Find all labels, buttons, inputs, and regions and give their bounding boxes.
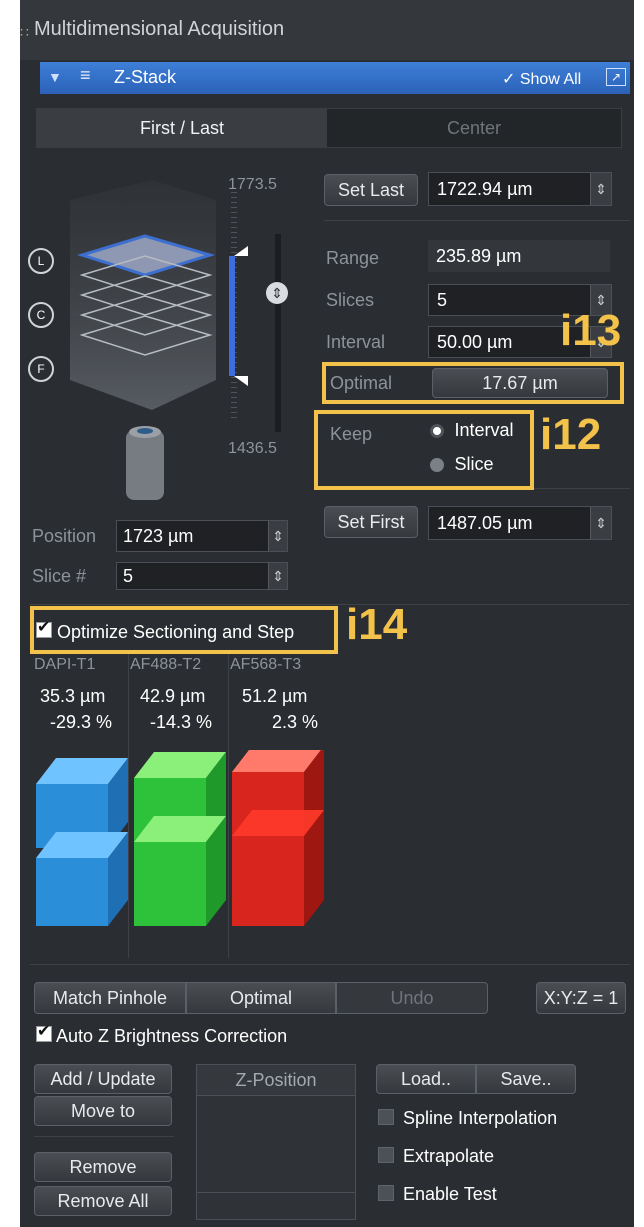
first-position-value: 1487.05 µm <box>437 513 533 533</box>
channel-name: DAPI-T1 <box>34 656 96 673</box>
add-update-button[interactable]: Add / Update <box>34 1064 172 1094</box>
tab-center[interactable]: Center <box>327 109 621 147</box>
slice-number-label: Slice # <box>32 566 87 586</box>
divider <box>324 220 630 221</box>
remove-button[interactable]: Remove <box>34 1152 172 1182</box>
last-position-field[interactable]: 1722.94 µm ⇕ <box>428 172 612 206</box>
remove-all-button[interactable]: Remove All <box>34 1186 172 1216</box>
checkbox-checked-icon: ✔ <box>36 1023 52 1042</box>
position-value: 1723 µm <box>123 526 194 546</box>
set-first-button[interactable]: Set First <box>324 506 418 538</box>
channel-thickness: 42.9 µm <box>140 686 206 706</box>
marker-l-button[interactable]: L <box>28 248 54 274</box>
slice-spinner[interactable]: ⇕ <box>268 563 287 589</box>
annotation-label-i12: i12 <box>540 410 602 459</box>
enable-test-label: Enable Test <box>403 1184 497 1204</box>
position-spinner[interactable]: ⇕ <box>268 521 287 551</box>
load-button[interactable]: Load.. <box>376 1064 476 1094</box>
auto-z-checkbox[interactable]: ✔ Auto Z Brightness Correction <box>36 1023 288 1047</box>
undock-icon[interactable]: ↗ <box>606 68 626 86</box>
move-to-button[interactable]: Move to <box>34 1096 172 1126</box>
extrapolate-label: Extrapolate <box>403 1146 495 1166</box>
tab-first-last[interactable]: First / Last <box>37 109 327 147</box>
channel-cubes <box>36 750 324 926</box>
interval-label: Interval <box>326 332 386 352</box>
position-field[interactable]: 1723 µm ⇕ <box>116 520 288 552</box>
channel-name: AF568-T3 <box>230 656 302 673</box>
enable-test-checkbox[interactable]: Enable Test <box>378 1184 497 1205</box>
slices-label: Slices <box>326 290 375 310</box>
z-stack-panel: { "header":{"title":"Multidimensional Ac… <box>20 0 634 1227</box>
stack-illustration: 1773.5 1436.5 ⇕ L C F <box>20 160 320 520</box>
stack-graphic <box>70 180 281 500</box>
channel-name: AF488-T2 <box>130 656 202 673</box>
show-all-label: Show All <box>519 71 582 88</box>
slice-number-field[interactable]: 5 ⇕ <box>116 562 288 590</box>
range-value-box: 235.89 µm <box>428 240 610 272</box>
checkbox-unchecked-icon <box>378 1109 394 1125</box>
channel-percent: -14.3 % <box>150 712 213 732</box>
extrapolate-checkbox[interactable]: Extrapolate <box>378 1146 494 1167</box>
checkbox-unchecked-icon <box>378 1185 394 1201</box>
header-title: Multidimensional Acquisition <box>34 18 285 40</box>
slice-number-value: 5 <box>123 566 134 586</box>
channel-percent: -29.3 % <box>50 712 113 732</box>
channel-area: DAPI-T1 35.3 µm -29.3 % AF488-T2 42.9 µm… <box>30 650 330 960</box>
z-position-list[interactable]: Z-Position <box>196 1064 356 1220</box>
undo-button[interactable]: Undo <box>336 982 488 1014</box>
optimal-button[interactable]: Optimal <box>186 982 336 1014</box>
section-bar[interactable]: ▼ ≡ Z-Stack ✓ Show All ↗ <box>40 62 630 94</box>
spline-label: Spline Interpolation <box>403 1108 558 1128</box>
match-pinhole-button[interactable]: Match Pinhole <box>34 982 186 1014</box>
annotation-box-keep <box>314 410 534 490</box>
last-position-value: 1722.94 µm <box>437 179 533 199</box>
auto-z-label: Auto Z Brightness Correction <box>56 1026 288 1046</box>
collapse-triangle-icon[interactable]: ▼ <box>48 69 62 85</box>
position-label: Position <box>32 526 97 546</box>
check-icon: ✓ <box>502 71 516 88</box>
annotation-box-optimize <box>30 606 338 654</box>
spline-checkbox[interactable]: Spline Interpolation <box>378 1108 557 1129</box>
save-button[interactable]: Save.. <box>476 1064 576 1094</box>
annotation-label-i13: i13 <box>560 306 622 355</box>
last-spinner[interactable]: ⇕ <box>590 173 611 205</box>
checkbox-unchecked-icon <box>378 1147 394 1163</box>
marker-f-button[interactable]: F <box>28 356 54 382</box>
xyz-ratio-button[interactable]: X:Y:Z = 1 <box>536 982 626 1014</box>
show-all-toggle[interactable]: ✓ Show All <box>502 69 581 89</box>
first-spinner[interactable]: ⇕ <box>590 507 611 539</box>
slices-value: 5 <box>437 290 448 310</box>
z-position-header: Z-Position <box>197 1065 355 1096</box>
interval-value: 50.00 µm <box>437 332 513 352</box>
marker-c-button[interactable]: C <box>28 302 54 328</box>
set-last-button[interactable]: Set Last <box>324 174 418 206</box>
window-header: ∷ Multidimensional Acquisition <box>20 0 634 60</box>
range-value: 235.89 µm <box>436 246 522 266</box>
annotation-box-optimal <box>322 362 624 404</box>
range-label: Range <box>326 248 380 268</box>
section-title: Z-Stack <box>114 67 177 87</box>
mode-tabs: First / Last Center <box>36 108 622 148</box>
z-slider-handle[interactable]: ⇕ <box>266 282 288 304</box>
stack-top-value: 1773.5 <box>228 176 277 193</box>
grip-icon: ∷ <box>20 24 29 40</box>
channel-thickness: 35.3 µm <box>40 686 106 706</box>
channel-percent: 2.3 % <box>272 712 319 732</box>
first-position-field[interactable]: 1487.05 µm ⇕ <box>428 506 612 540</box>
stack-bottom-value: 1436.5 <box>228 440 277 457</box>
divider <box>30 604 630 605</box>
list-footer <box>197 1192 355 1219</box>
menu-lines-icon: ≡ <box>80 65 91 85</box>
annotation-label-i14: i14 <box>346 600 408 649</box>
divider <box>34 1136 174 1137</box>
divider <box>30 964 630 965</box>
channel-thickness: 51.2 µm <box>242 686 308 706</box>
